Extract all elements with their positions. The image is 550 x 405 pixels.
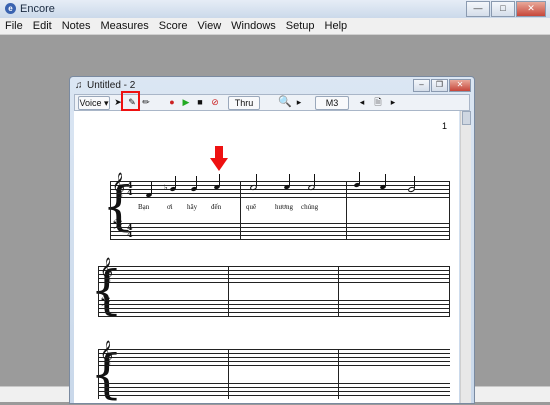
doc-close-button[interactable]: ✕ (449, 79, 471, 92)
maximize-button[interactable]: □ (491, 1, 515, 17)
menu-score[interactable]: Score (154, 18, 193, 34)
system-3: { 𝄞 (74, 111, 459, 405)
page-icon[interactable]: 🗎 (373, 96, 383, 108)
playback-range-box[interactable]: Thru A1 (228, 96, 260, 120)
score-window: ♫ Untitled - 2 – ❐ ✕ Voice ▾ ➤ ✎ ✏ ● ▶ ■… (69, 76, 475, 405)
prev-page-icon[interactable]: ◂ (358, 96, 366, 108)
menu-help[interactable]: Help (320, 18, 353, 34)
voice-dropdown[interactable]: Voice ▾ (78, 96, 110, 110)
doc-minimize-button[interactable]: – (413, 79, 430, 92)
app-title: Encore (20, 3, 55, 15)
stop-icon[interactable]: ■ (195, 96, 205, 108)
menu-notes[interactable]: Notes (57, 18, 96, 34)
zoom-arrow-icon[interactable]: ▸ (295, 96, 303, 108)
score-page[interactable]: 1 { 𝄞 𝄢 44 44 ♭ Bạn ơi hãy đến quê hương… (74, 111, 459, 405)
measure-box[interactable]: M3 (315, 96, 349, 110)
pencil-tool-icon[interactable]: ✏ (141, 96, 151, 108)
vertical-scrollbar[interactable] (460, 111, 471, 403)
menu-bar: File Edit Notes Measures Score View Wind… (0, 18, 550, 35)
minimize-button[interactable]: — (466, 1, 490, 17)
document-title: Untitled - 2 (87, 80, 136, 91)
treble-clef-icon: 𝄞 (100, 341, 114, 366)
menu-file[interactable]: File (0, 18, 28, 34)
mute-icon[interactable]: ⊘ (209, 96, 221, 108)
zoom-icon[interactable]: 🔍 (278, 96, 292, 108)
encore-logo-icon: e (5, 3, 16, 14)
menu-measures[interactable]: Measures (95, 18, 153, 34)
menu-view[interactable]: View (193, 18, 227, 34)
music-note-icon: ♫ (75, 80, 83, 91)
record-icon[interactable]: ● (167, 96, 177, 108)
red-down-arrow-icon (210, 146, 228, 171)
voice-label: Voice (79, 98, 102, 108)
menu-edit[interactable]: Edit (28, 18, 57, 34)
scrollbar-thumb[interactable] (462, 111, 471, 125)
play-icon[interactable]: ▶ (181, 96, 191, 108)
doc-restore-button[interactable]: ❐ (431, 79, 448, 92)
menu-setup[interactable]: Setup (281, 18, 320, 34)
menu-windows[interactable]: Windows (226, 18, 281, 34)
next-page-icon[interactable]: ▸ (389, 96, 397, 108)
close-button[interactable]: ✕ (516, 1, 546, 17)
app-titlebar: e Encore — □ ✕ (0, 0, 550, 19)
highlight-box (121, 91, 140, 111)
